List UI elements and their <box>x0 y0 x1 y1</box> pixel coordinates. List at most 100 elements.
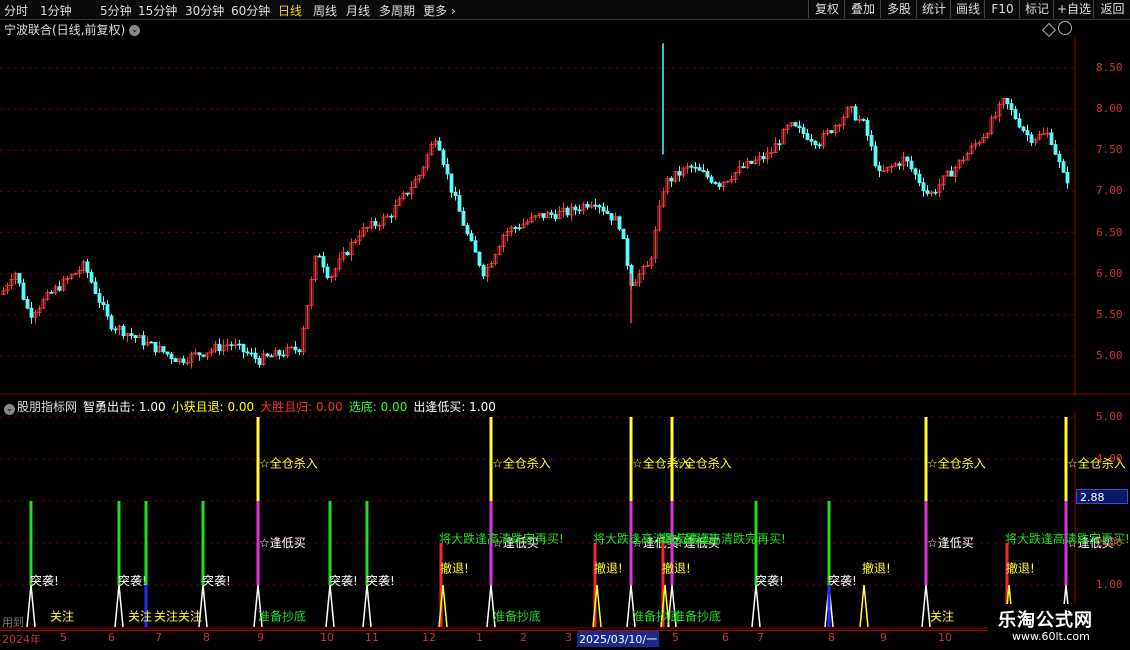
multi-stock-button[interactable]: 多股 <box>880 0 917 18</box>
candle-body <box>709 176 714 183</box>
candle-body <box>1005 98 1010 105</box>
candle-body <box>405 192 410 195</box>
date-tick-label: 5 <box>60 631 67 644</box>
candle-body <box>481 264 486 277</box>
period-15min[interactable]: 15分钟 <box>138 2 177 19</box>
stats-button[interactable]: 统计 <box>916 0 951 18</box>
date-tick-label: 7 <box>757 631 764 644</box>
circle-icon[interactable] <box>1058 21 1072 35</box>
candle-body <box>797 125 802 129</box>
candle-body <box>281 354 286 357</box>
candle-body <box>593 204 598 207</box>
candle-body <box>85 261 90 273</box>
candle-body <box>297 349 302 353</box>
period-more[interactable]: 更多 › <box>423 2 456 19</box>
candle-body <box>669 177 674 182</box>
signal-label: 突袭! <box>755 573 784 588</box>
signal-label: 突袭! <box>329 573 358 588</box>
candle-body <box>237 343 242 346</box>
candle-body <box>389 215 394 218</box>
date-tick-label: 8 <box>203 631 210 644</box>
mark-button[interactable]: 标记 <box>1019 0 1054 18</box>
indicator-tick-label: 1.00 <box>1096 578 1123 591</box>
date-tick-label: 9 <box>257 631 264 644</box>
signal-label: 准备抄底 <box>258 609 306 624</box>
watermark-name: 乐淘公式网 <box>998 610 1093 631</box>
candle-body <box>469 233 474 242</box>
period-5min[interactable]: 5分钟 <box>100 2 132 19</box>
period-30min[interactable]: 30分钟 <box>185 2 224 19</box>
period-1min[interactable]: 1分钟 <box>40 2 72 19</box>
candle-body <box>109 315 114 330</box>
candle-body <box>601 206 606 212</box>
candle-body <box>169 353 174 360</box>
signal-label: 关注 <box>178 609 202 624</box>
signal-label: ☆逢低买 <box>259 536 306 550</box>
period-daily[interactable]: 日线 <box>278 2 302 19</box>
cursor-date-label: 2025/03/10/一 <box>577 631 660 647</box>
candle-body <box>909 160 914 170</box>
candle-body <box>1057 153 1062 163</box>
candle-body <box>513 227 518 229</box>
candlestick-chart[interactable] <box>0 36 1130 396</box>
period-more-label: 更多 <box>423 4 448 18</box>
price-tick-label: 7.00 <box>1096 184 1123 198</box>
candle-body <box>89 272 94 283</box>
diamond-icon[interactable] <box>1041 22 1057 38</box>
signal-label: 关注 <box>50 609 74 624</box>
candle-body <box>861 118 866 121</box>
candle-body <box>441 149 446 165</box>
signal-label: 突袭! <box>366 573 395 588</box>
candle-body <box>777 143 782 146</box>
signal-label: ☆全仓杀入 <box>673 455 732 470</box>
candle-body <box>905 156 910 162</box>
candle-body <box>97 293 102 303</box>
overlay-button[interactable]: 叠加 <box>844 0 881 18</box>
candle-body <box>265 353 270 357</box>
period-multi[interactable]: 多周期 <box>379 2 415 19</box>
candle-body <box>241 343 246 353</box>
draw-line-button[interactable]: 画线 <box>950 0 985 18</box>
candle-body <box>1029 134 1034 143</box>
candle-body <box>573 206 578 211</box>
indicator-chart[interactable]: 突袭! 突袭! 突袭! 突袭! 突袭! 突袭! 突袭! ☆全仓杀入 ☆逢低买 ☆全仓杀入 ☆逢低买 ☆… <box>0 412 1130 630</box>
period-monthly[interactable]: 月线 <box>346 2 370 19</box>
price-tick-label: 8.50 <box>1096 61 1123 74</box>
period-weekly[interactable]: 周线 <box>313 2 337 19</box>
period-fenshi[interactable]: 分时 <box>4 2 28 19</box>
signal-label: 撤退! <box>1006 560 1035 575</box>
candle-body <box>809 139 814 142</box>
date-tick-label: 7 <box>155 631 162 644</box>
candle-body <box>121 325 126 337</box>
signal-label: 关注 <box>154 609 178 624</box>
back-button[interactable]: 返回 <box>1093 0 1130 18</box>
watermark-url: www.60lt.com <box>1012 630 1090 643</box>
signal-label: ☆全仓杀入 <box>492 455 551 470</box>
candle-body <box>617 216 622 230</box>
signal-spike <box>325 584 335 628</box>
candle-body <box>249 352 254 355</box>
indicator-tick-label: 5.00 <box>1096 410 1123 423</box>
candle-body <box>605 210 610 214</box>
candle-body <box>689 165 694 168</box>
date-tick-label: 10 <box>320 631 334 644</box>
candle-body <box>453 191 458 196</box>
date-tick-label: 1 <box>476 631 483 644</box>
candle-body <box>25 298 30 309</box>
add-watchlist-button[interactable]: +自选 <box>1053 0 1094 18</box>
price-tick-label: 8.00 <box>1096 102 1123 116</box>
candle-body <box>565 207 570 216</box>
date-tick-label: 2024年 <box>2 633 41 646</box>
candle-body <box>913 168 918 175</box>
candle-body <box>677 171 682 176</box>
candle-body <box>949 170 954 177</box>
date-tick-label: 3 <box>565 631 572 644</box>
period-60min[interactable]: 60分钟 <box>231 2 270 19</box>
candle-body <box>105 304 110 317</box>
candle-body <box>445 164 450 175</box>
fuquan-button[interactable]: 复权 <box>808 0 845 18</box>
candle-body <box>449 173 454 193</box>
chevron-down-icon[interactable]: ⌄ <box>129 25 141 36</box>
candle-body <box>269 355 274 358</box>
f10-button[interactable]: F10 <box>984 0 1020 18</box>
